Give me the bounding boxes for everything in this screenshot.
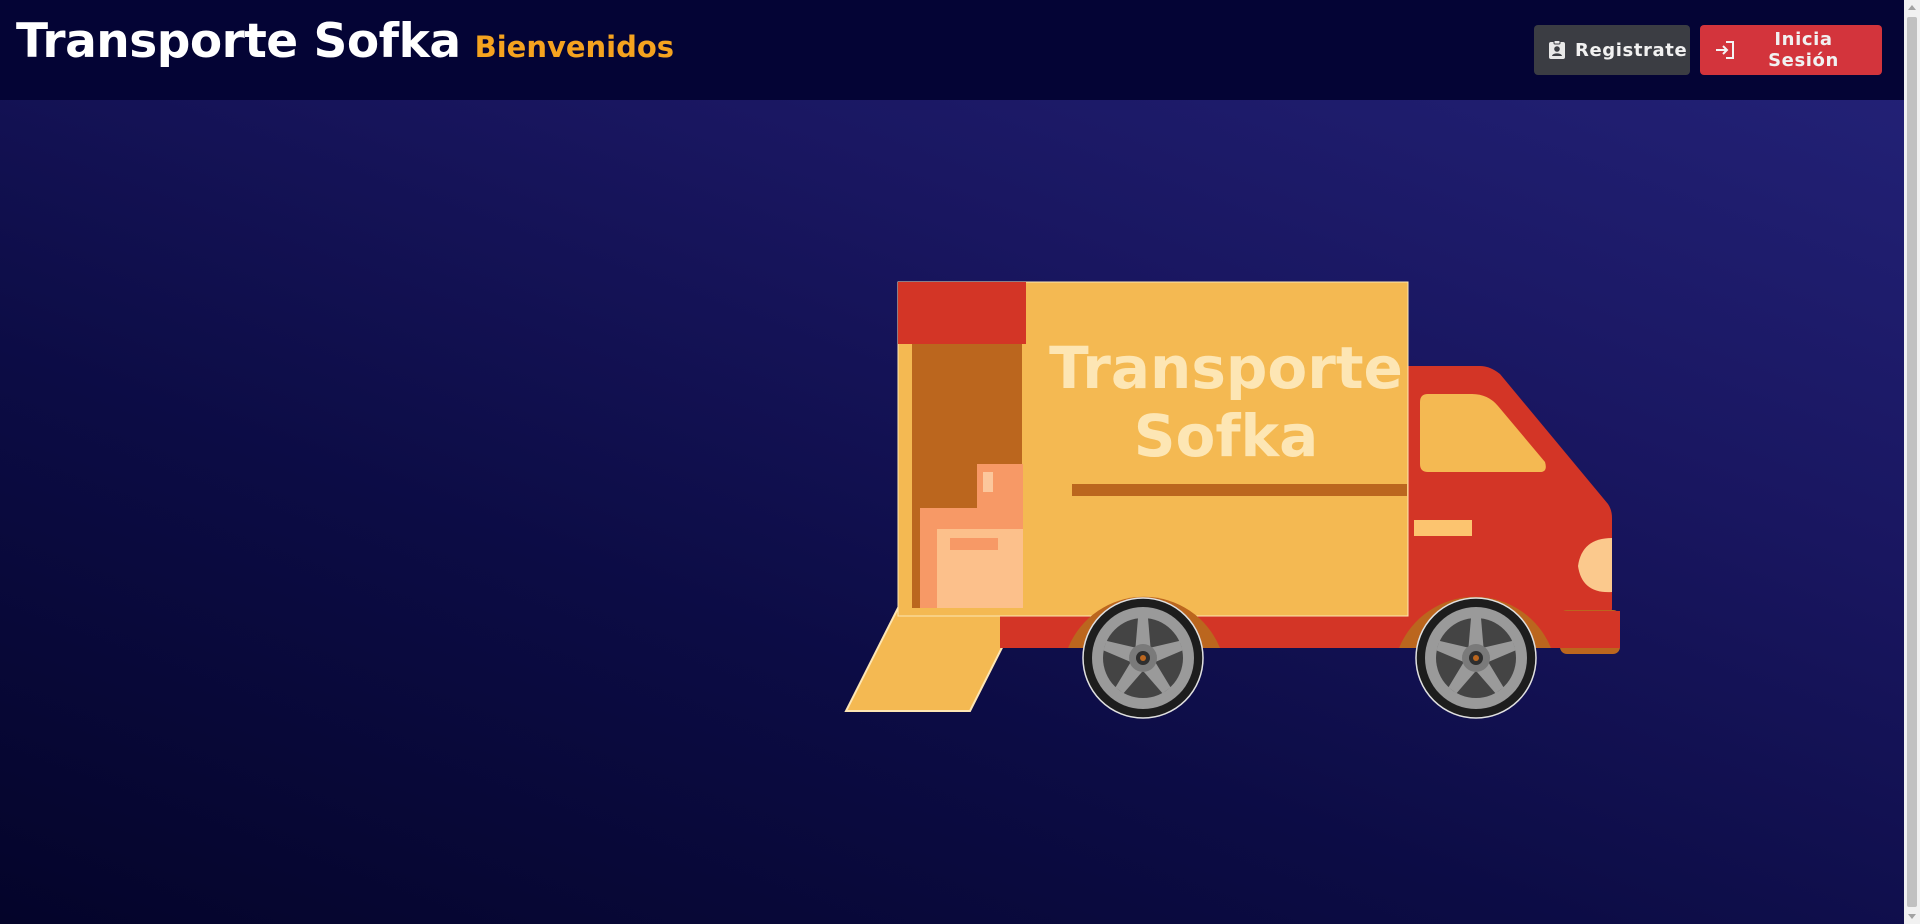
scrollbar-thumb[interactable] xyxy=(1907,17,1917,907)
id-badge-icon xyxy=(1548,39,1566,61)
login-arrow-icon xyxy=(1714,39,1736,61)
truck-text-line1: Transporte xyxy=(1049,334,1403,402)
scroll-down-arrow-icon[interactable] xyxy=(1908,914,1916,919)
truck-package-stripe xyxy=(950,538,998,550)
brand: Transporte Sofka Bienvenidos xyxy=(16,14,674,69)
truck-package-label xyxy=(983,472,993,492)
truck-cargo-top xyxy=(898,282,1026,344)
truck-text-line2: Sofka xyxy=(1134,402,1319,470)
page-background: Transporte Sofka Bienvenidos Registrate xyxy=(0,0,1904,924)
truck-ramp xyxy=(844,607,1024,712)
navbar: Transporte Sofka Bienvenidos Registrate xyxy=(0,0,1904,100)
app-title[interactable]: Transporte Sofka xyxy=(16,14,461,69)
register-button-label: Registrate xyxy=(1575,39,1688,61)
rear-wheel xyxy=(1082,597,1204,719)
vertical-scrollbar[interactable] xyxy=(1904,0,1920,924)
delivery-truck-illustration: Transporte Sofka xyxy=(844,281,1620,719)
scroll-up-arrow-icon[interactable] xyxy=(1908,5,1916,10)
truck-side-stripe xyxy=(1072,484,1407,496)
welcome-text: Bienvenidos xyxy=(474,30,675,64)
register-button[interactable]: Registrate xyxy=(1534,25,1690,75)
truck-door-handle xyxy=(1414,520,1472,536)
login-button-label: Inicia Sesión xyxy=(1768,29,1839,71)
nav-actions: Registrate Inicia Sesión xyxy=(1534,25,1882,75)
login-button[interactable]: Inicia Sesión xyxy=(1700,25,1882,75)
front-wheel xyxy=(1415,597,1537,719)
